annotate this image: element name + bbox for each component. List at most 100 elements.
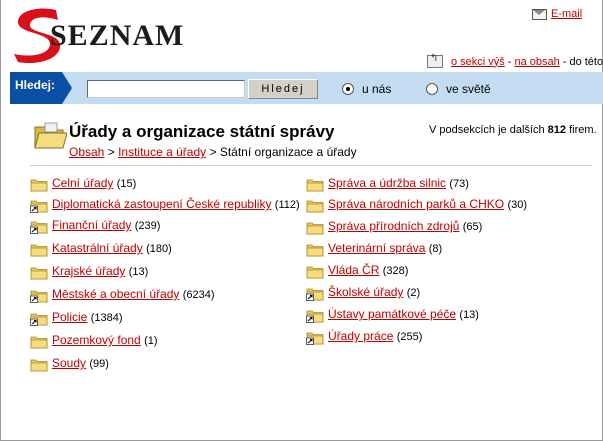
- category-item[interactable]: Policie (1384): [30, 310, 300, 326]
- page-title: Úřady a organizace státní správy: [69, 122, 335, 141]
- category-item[interactable]: Ústavy památkové péče (13): [306, 307, 596, 323]
- category-link[interactable]: Správa přírodních zdrojů: [328, 219, 459, 233]
- category-count: (13): [128, 266, 149, 278]
- divider: [30, 165, 592, 166]
- category-item[interactable]: Správa národních parků a CHKO (30): [306, 197, 596, 213]
- folder-icon: [306, 222, 324, 235]
- category-link[interactable]: Diplomatická zastoupení České republiky: [52, 197, 271, 211]
- seznam-logo[interactable]: SEZNAM: [10, 4, 195, 66]
- section-nav-separator: -: [507, 55, 512, 68]
- category-link[interactable]: Celní úřady: [52, 176, 113, 190]
- category-item[interactable]: Soudy (99): [30, 356, 300, 372]
- category-item[interactable]: Úřady práce (255): [306, 329, 596, 345]
- category-count: (8): [428, 243, 443, 255]
- category-item[interactable]: Veterinární správa (8): [306, 241, 596, 257]
- category-item[interactable]: Vláda ČR (328): [306, 263, 596, 279]
- category-count: (2): [406, 287, 421, 299]
- radio-world-label: ve světě: [446, 82, 491, 96]
- breadcrumb-current: Státní organizace a úřady: [219, 145, 357, 159]
- category-item[interactable]: Diplomatická zastoupení České republiky …: [30, 197, 300, 213]
- category-count: (180): [146, 243, 172, 255]
- category-count: (255): [396, 331, 423, 343]
- folder-icon: [30, 336, 48, 349]
- up-section-icon[interactable]: [427, 53, 443, 68]
- folder-link-icon: [30, 200, 48, 213]
- category-link[interactable]: Soudy: [52, 356, 86, 370]
- radio-world-dot[interactable]: [426, 83, 438, 95]
- search-button[interactable]: Hledej: [248, 79, 318, 99]
- envelope-icon: [532, 8, 547, 20]
- category-link[interactable]: Správa národních parků a CHKO: [328, 197, 504, 211]
- category-link[interactable]: Pozemkový fond: [52, 333, 141, 347]
- radio-cz-label: u nás: [362, 82, 392, 96]
- category-link[interactable]: Veterinární správa: [328, 241, 425, 255]
- category-count: (73): [449, 178, 469, 190]
- category-item[interactable]: Krajské úřady (13): [30, 264, 300, 280]
- category-item[interactable]: Městské a obecní úřady (6234): [30, 287, 300, 303]
- category-link[interactable]: Městské a obecní úřady: [52, 287, 179, 301]
- radio-cz[interactable]: u nás: [342, 82, 391, 96]
- folder-link-icon: [30, 290, 48, 303]
- breadcrumb: Obsah > Instituce a úřady > Státní organ…: [69, 145, 357, 159]
- subsection-count-note: V podsekcích je dalších 812 firem.: [429, 124, 597, 136]
- category-item[interactable]: Celní úřady (15): [30, 176, 300, 192]
- folder-icon: [30, 244, 48, 257]
- category-item[interactable]: Správa a údržba silnic (73): [306, 176, 596, 192]
- category-link[interactable]: Ústavy památkové péče: [328, 307, 456, 321]
- breadcrumb-parent[interactable]: Instituce a úřady: [118, 145, 206, 159]
- category-list-left: Celní úřady (15) Diplomatická zastoupení …: [30, 176, 300, 372]
- category-link[interactable]: Finanční úřady: [52, 218, 131, 232]
- radio-cz-dot[interactable]: [342, 83, 354, 95]
- category-list-right: Správa a údržba silnic (73) Správa národn…: [306, 176, 596, 345]
- folder-link-icon: [306, 310, 324, 323]
- count-suffix: firem.: [569, 124, 597, 136]
- top-contents-link[interactable]: na obsah: [514, 56, 559, 68]
- category-link[interactable]: Katastrální úřady: [52, 241, 143, 255]
- category-count: (328): [382, 265, 409, 277]
- breadcrumb-root[interactable]: Obsah: [69, 145, 104, 159]
- email-link[interactable]: E-mail: [551, 8, 582, 20]
- radio-world[interactable]: ve světě: [426, 82, 491, 96]
- category-count: (239): [134, 220, 161, 232]
- folder-icon: [306, 266, 324, 279]
- category-count: (1384): [90, 312, 123, 324]
- search-input[interactable]: [87, 80, 245, 98]
- category-link[interactable]: Policie: [52, 310, 87, 324]
- category-item[interactable]: Finanční úřady (239): [30, 218, 300, 234]
- category-count: (65): [462, 221, 483, 233]
- folder-icon: [306, 244, 324, 257]
- folder-icon: [30, 179, 48, 192]
- category-link[interactable]: Správa a údržba silnic: [328, 176, 446, 190]
- category-link[interactable]: Krajské úřady: [52, 264, 125, 278]
- folder-link-icon: [30, 313, 48, 326]
- open-folder-icon: [34, 122, 67, 149]
- category-count: (112): [274, 199, 300, 211]
- search-label: Hledej:: [10, 72, 72, 104]
- category-link[interactable]: Vláda ČR: [328, 263, 379, 277]
- section-nav-more: - do této: [562, 55, 603, 68]
- category-link[interactable]: Školské úřady: [328, 285, 403, 299]
- category-item[interactable]: Katastrální úřady (180): [30, 241, 300, 257]
- folder-icon: [30, 359, 48, 372]
- email-link-area[interactable]: E-mail: [532, 8, 582, 20]
- category-count: (1): [144, 335, 158, 347]
- category-item[interactable]: Školské úřady (2): [306, 285, 596, 301]
- count-prefix: V podsekcích je dalších: [429, 124, 545, 136]
- folder-link-icon: [30, 221, 48, 234]
- category-count: (6234): [182, 289, 215, 301]
- section-nav: o sekci výš - na obsah - do této: [427, 53, 603, 68]
- category-count: (13): [459, 309, 479, 321]
- category-count: (30): [507, 199, 527, 211]
- folder-link-icon: [306, 332, 324, 345]
- breadcrumb-sep: >: [209, 145, 217, 159]
- up-section-link[interactable]: o sekci výš: [451, 56, 505, 68]
- category-count: (99): [89, 358, 109, 370]
- category-link[interactable]: Úřady práce: [328, 329, 393, 343]
- category-count: (15): [116, 178, 137, 190]
- category-item[interactable]: Správa přírodních zdrojů (65): [306, 219, 596, 235]
- folder-icon: [306, 200, 324, 213]
- folder-link-icon: [306, 288, 324, 301]
- category-item[interactable]: Pozemkový fond (1): [30, 333, 300, 349]
- breadcrumb-sep: >: [107, 145, 115, 159]
- folder-icon: [30, 267, 48, 280]
